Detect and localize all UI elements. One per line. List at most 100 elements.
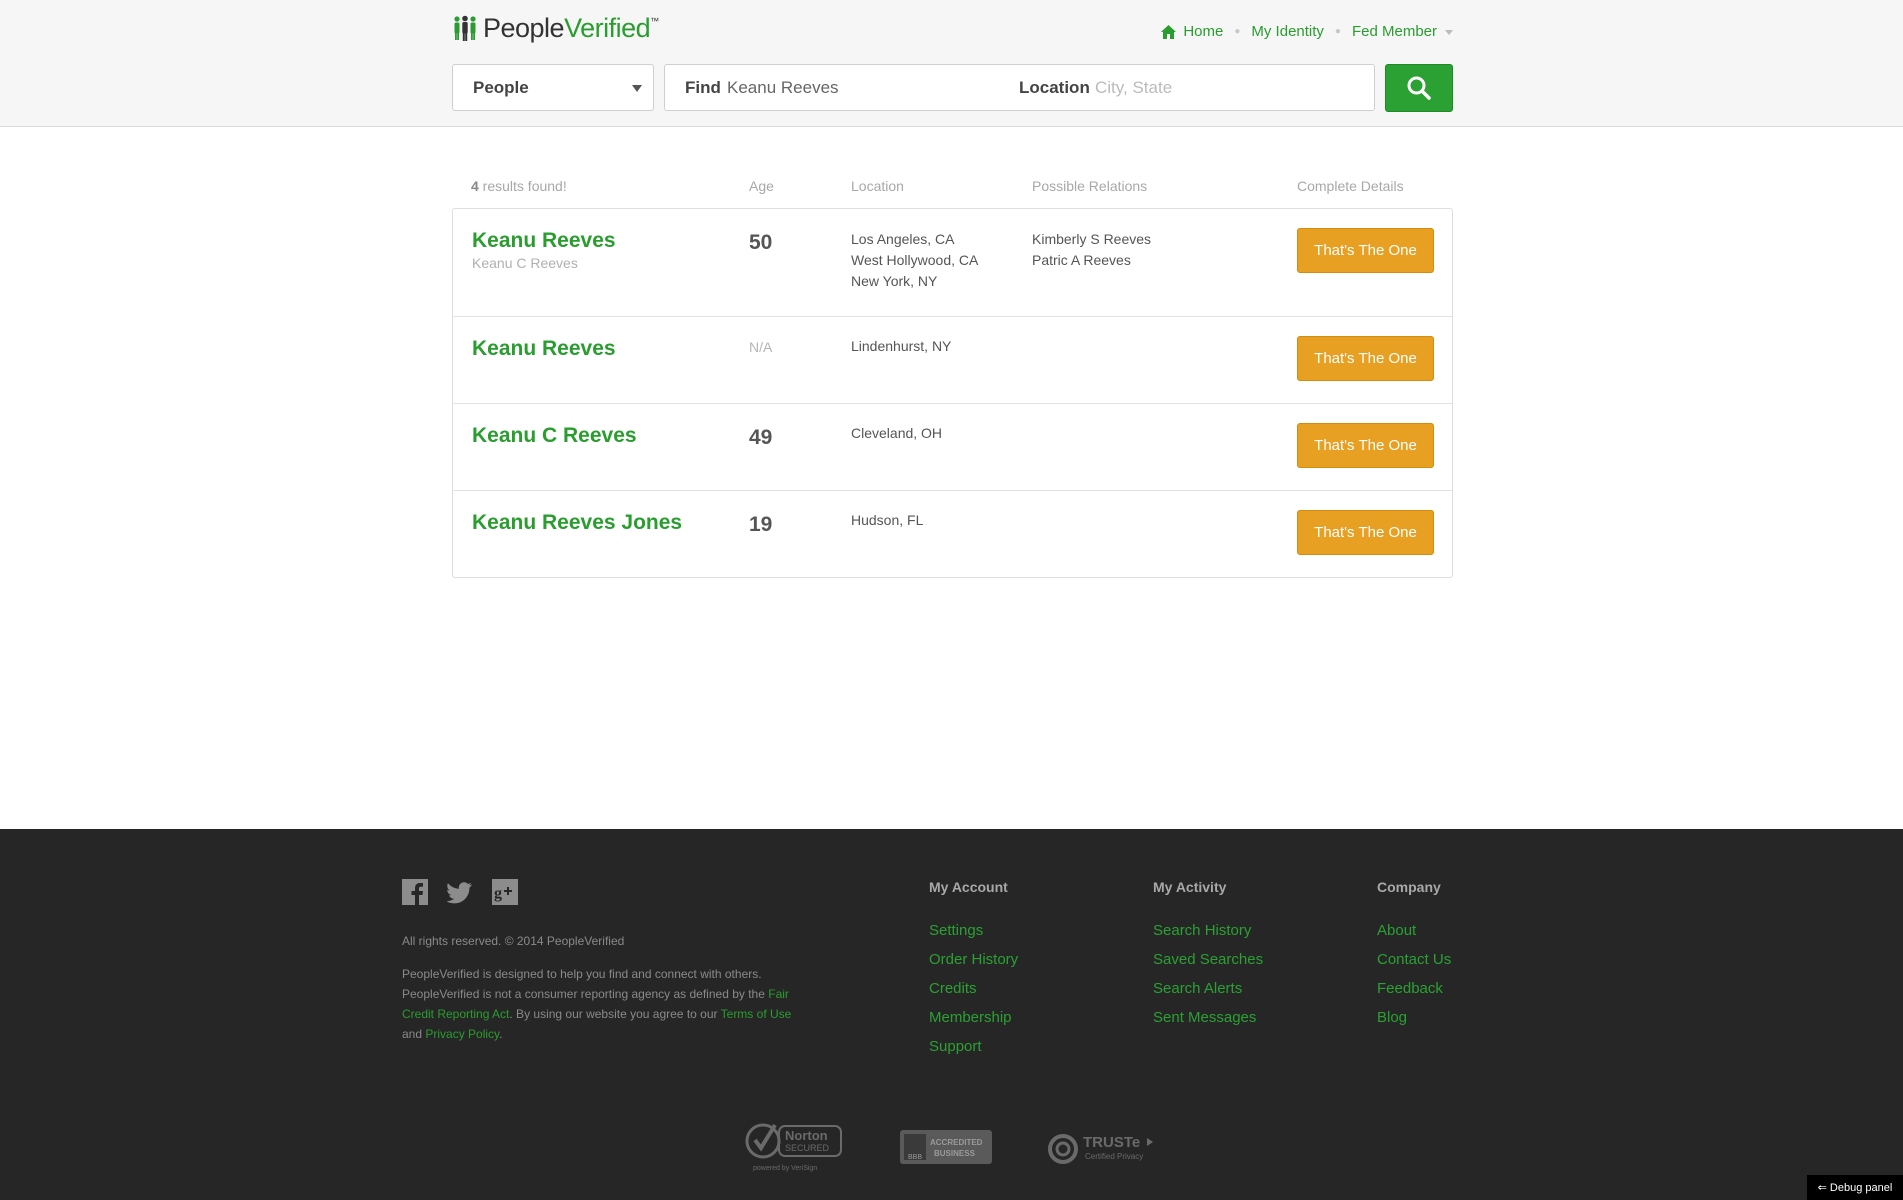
disclaimer-text: PeopleVerified is designed to help you f… — [402, 967, 769, 1001]
svg-text:Certified Privacy: Certified Privacy — [1085, 1152, 1143, 1161]
svg-text:ACCREDITED: ACCREDITED — [930, 1138, 983, 1147]
site-logo[interactable]: People Verified ™ — [453, 13, 659, 43]
result-locations: Cleveland, OH — [851, 423, 942, 444]
column-header-relations: Possible Relations — [1032, 178, 1148, 194]
svg-text:powered by VeriSign: powered by VeriSign — [753, 1165, 817, 1172]
nav-home-link[interactable]: Home — [1161, 23, 1223, 40]
thats-the-one-button[interactable]: That's The One — [1297, 423, 1434, 468]
svg-text:Norton: Norton — [785, 1128, 828, 1143]
result-aka: Keanu C Reeves — [472, 255, 578, 271]
home-icon — [1161, 24, 1177, 39]
footer-link-sent-messages[interactable]: Sent Messages — [1153, 1003, 1263, 1032]
result-location: Lindenhurst, NY — [851, 338, 952, 354]
footer-link-saved-searches[interactable]: Saved Searches — [1153, 945, 1263, 974]
footer-column-title: Company — [1377, 879, 1441, 895]
result-age: 49 — [749, 426, 773, 449]
google-plus-icon[interactable]: g — [492, 879, 518, 910]
result-relation: Patric A Reeves — [1032, 252, 1131, 268]
find-input[interactable]: Keanu Reeves — [727, 78, 839, 98]
footer-link-about[interactable]: About — [1377, 916, 1451, 945]
norton-badge-icon[interactable]: Norton SECURED powered by VeriSign — [745, 1119, 845, 1175]
footer-link-credits[interactable]: Credits — [929, 974, 1018, 1003]
results-count-text: results found! — [478, 178, 567, 194]
facebook-icon[interactable] — [402, 879, 428, 910]
result-age: N/A — [749, 339, 773, 355]
terms-link[interactable]: Terms of Use — [721, 1007, 792, 1021]
thats-the-one-button[interactable]: That's The One — [1297, 228, 1434, 273]
result-locations: Los Angeles, CA West Hollywood, CA New Y… — [851, 229, 978, 292]
result-age: 50 — [749, 231, 773, 254]
location-input[interactable]: City, State — [1095, 78, 1172, 98]
result-row: Keanu Reeves Jones 19 Hudson, FL That's … — [453, 491, 1452, 577]
result-row: Keanu Reeves N/A Lindenhurst, NY That's … — [453, 317, 1452, 404]
svg-text:BUSINESS: BUSINESS — [934, 1149, 976, 1158]
result-relations: Kimberly S Reeves Patric A Reeves — [1032, 229, 1151, 271]
result-name-link[interactable]: Keanu Reeves — [472, 229, 616, 253]
nav-separator: ● — [1334, 26, 1341, 37]
top-navigation: Home ● My Identity ● Fed Member — [1161, 23, 1453, 40]
twitter-icon[interactable] — [446, 879, 473, 910]
site-header: People Verified ™ Home ● My Identity ● Fed… — [0, 0, 1903, 127]
result-location: Cleveland, OH — [851, 425, 943, 441]
footer-link-settings[interactable]: Settings — [929, 916, 1018, 945]
svg-text:g: g — [494, 885, 502, 902]
column-header-age: Age — [749, 178, 774, 194]
location-label: Location — [1019, 77, 1090, 97]
site-footer: g All rights reserved. © 2014 PeopleVeri… — [0, 829, 1903, 1200]
svg-text:SECURED: SECURED — [785, 1143, 830, 1153]
footer-link-contact-us[interactable]: Contact Us — [1377, 945, 1451, 974]
nav-member-menu[interactable]: Fed Member — [1352, 23, 1453, 40]
bbb-badge-icon[interactable]: BBB ACCREDITED BUSINESS — [900, 1129, 992, 1165]
footer-link-search-history[interactable]: Search History — [1153, 916, 1263, 945]
footer-link-feedback[interactable]: Feedback — [1377, 974, 1451, 1003]
footer-link-blog[interactable]: Blog — [1377, 1003, 1451, 1032]
result-name-link[interactable]: Keanu Reeves Jones — [472, 511, 682, 535]
result-location: Los Angeles, CA — [851, 231, 955, 247]
footer-column-company: Company About Contact Us Feedback Blog — [1377, 879, 1451, 1032]
logo-text-verified: Verified — [564, 12, 651, 43]
thats-the-one-button[interactable]: That's The One — [1297, 510, 1434, 555]
results-count: 4 results found! — [471, 178, 567, 194]
results-list: Keanu Reeves Keanu C Reeves 50 Los Angel… — [452, 208, 1453, 578]
footer-copyright: All rights reserved. © 2014 PeopleVerifi… — [402, 934, 625, 948]
search-button[interactable] — [1385, 64, 1453, 112]
search-type-select[interactable]: People — [452, 64, 654, 111]
result-locations: Hudson, FL — [851, 510, 923, 531]
svg-text:TRUSTe: TRUSTe — [1083, 1134, 1140, 1151]
footer-link-support[interactable]: Support — [929, 1032, 1018, 1061]
disclaimer-text: and — [402, 1027, 426, 1041]
logo-text-people: People — [483, 12, 565, 43]
result-relation: Kimberly S Reeves — [1032, 231, 1152, 247]
nav-member-label: Fed Member — [1351, 23, 1437, 40]
social-links: g — [402, 879, 518, 910]
column-header-details: Complete Details — [1297, 178, 1404, 194]
result-locations: Lindenhurst, NY — [851, 336, 951, 357]
footer-link-membership[interactable]: Membership — [929, 1003, 1018, 1032]
footer-column-title: My Activity — [1153, 879, 1227, 895]
nav-my-identity-link[interactable]: My Identity — [1251, 23, 1324, 40]
footer-link-order-history[interactable]: Order History — [929, 945, 1018, 974]
svg-text:BBB: BBB — [908, 1154, 922, 1161]
privacy-link[interactable]: Privacy Policy — [425, 1027, 499, 1041]
result-name-link[interactable]: Keanu C Reeves — [472, 424, 637, 448]
footer-column-title: My Account — [929, 879, 1008, 895]
disclaimer-text: . — [499, 1027, 503, 1041]
search-icon — [1407, 76, 1431, 100]
truste-badge-icon[interactable]: TRUSTe Certified Privacy — [1047, 1129, 1159, 1165]
logo-trademark: ™ — [650, 16, 660, 26]
results-count-number: 4 — [471, 178, 479, 194]
footer-link-search-alerts[interactable]: Search Alerts — [1153, 974, 1263, 1003]
thats-the-one-button[interactable]: That's The One — [1297, 336, 1434, 381]
search-type-value: People — [473, 77, 529, 97]
footer-column-my-activity: My Activity Search History Saved Searche… — [1153, 879, 1263, 1032]
result-row: Keanu Reeves Keanu C Reeves 50 Los Angel… — [453, 209, 1452, 317]
trust-badges: Norton SECURED powered by VeriSign BBB A… — [745, 1119, 1159, 1175]
result-name-link[interactable]: Keanu Reeves — [472, 337, 616, 361]
result-age: 19 — [749, 513, 773, 536]
find-label: Find — [685, 77, 721, 97]
debug-panel-toggle[interactable]: ⇐ Debug panel — [1807, 1175, 1903, 1200]
result-location: Hudson, FL — [851, 512, 924, 528]
dropdown-arrow-icon — [632, 85, 642, 92]
result-location: West Hollywood, CA — [851, 252, 979, 268]
nav-separator: ● — [1234, 26, 1241, 37]
